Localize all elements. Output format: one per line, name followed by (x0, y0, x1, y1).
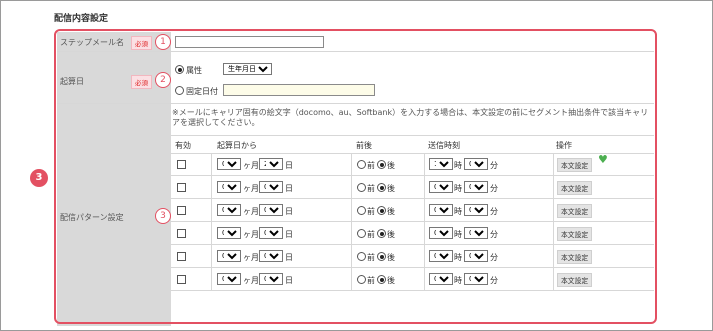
highlight-frame (54, 29, 657, 324)
section-title: 配信内容設定 (54, 14, 109, 24)
marker-3-badge: 3 (30, 169, 48, 187)
